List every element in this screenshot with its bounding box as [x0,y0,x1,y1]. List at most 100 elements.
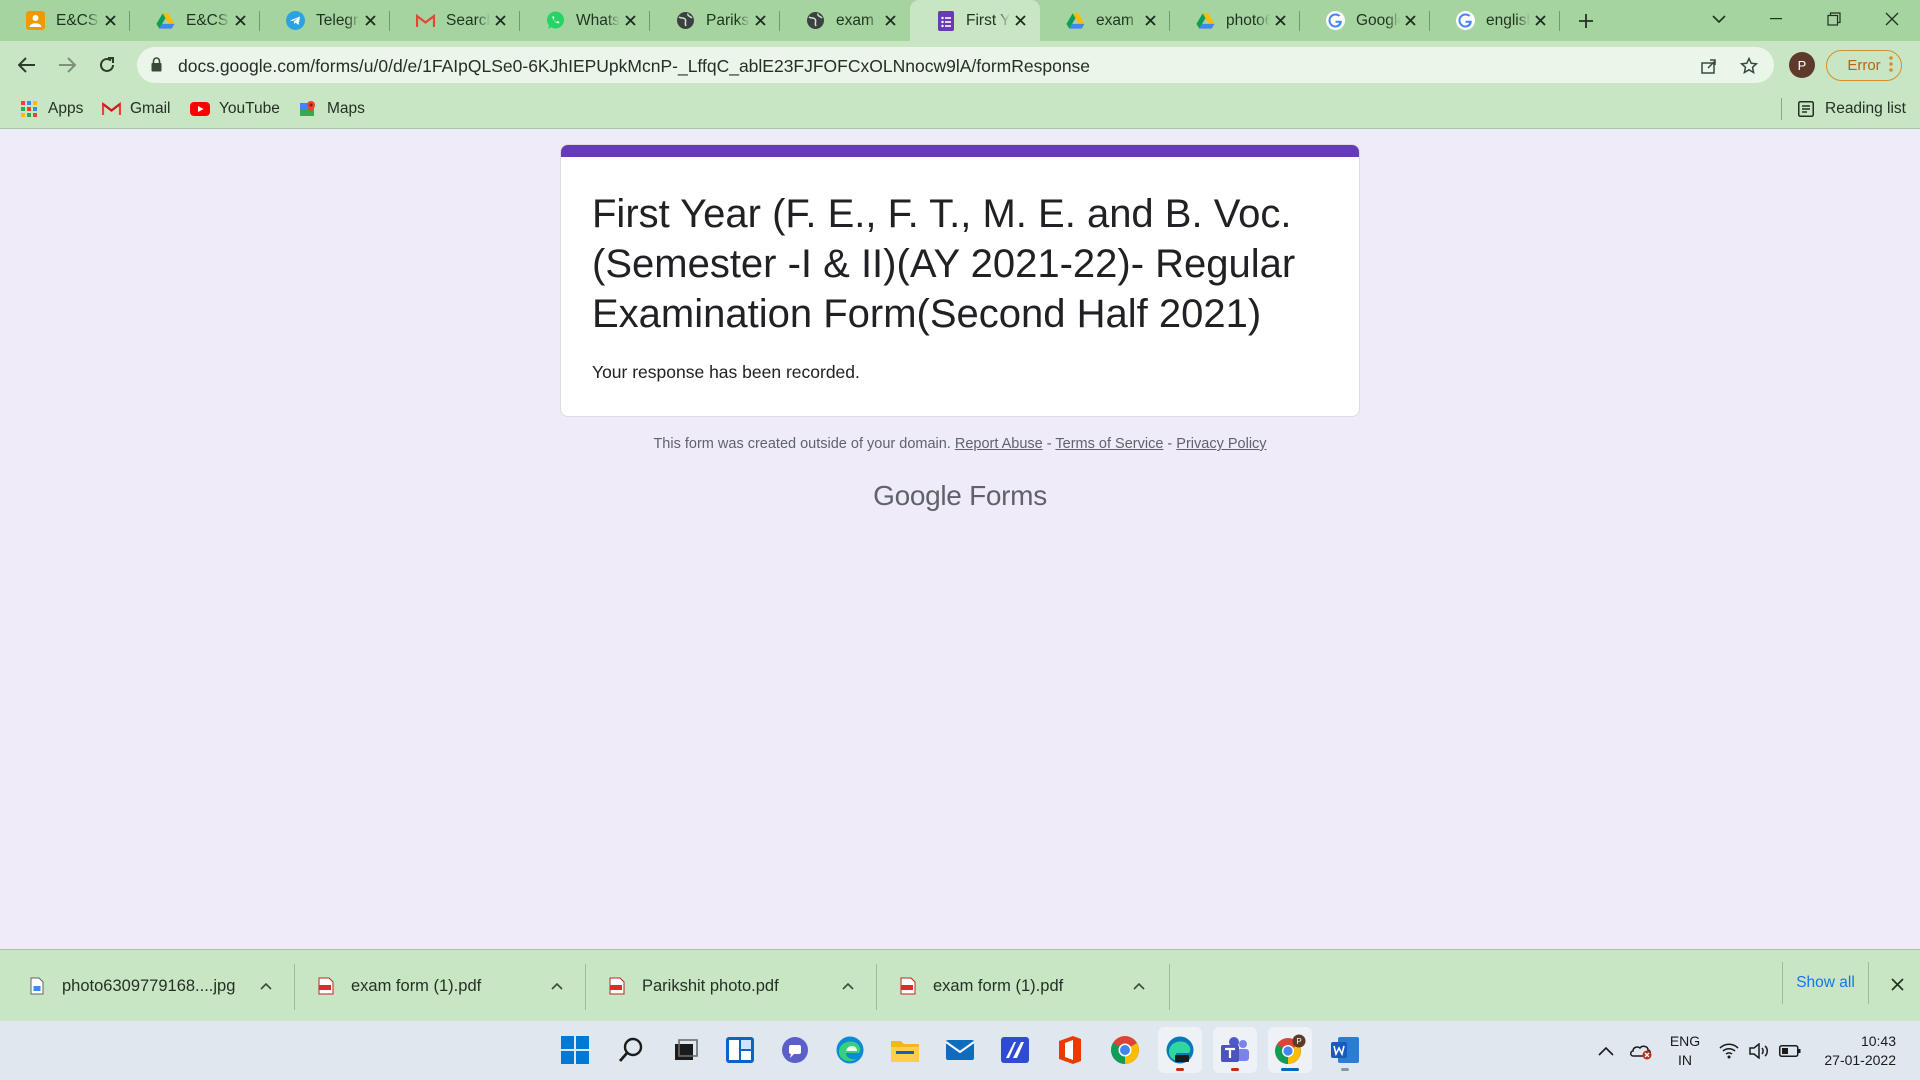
google-drive-icon [1066,11,1085,30]
form-response-card: First Year (F. E., F. T., M. E. and B. V… [560,144,1360,417]
close-tab-icon[interactable] [360,11,380,31]
url-text[interactable]: docs.google.com/forms/u/0/d/e/1FAIpQLSe0… [178,56,1090,77]
close-tab-icon[interactable] [100,11,120,31]
close-tab-icon[interactable] [1010,11,1030,31]
telegram-icon [286,11,305,30]
tab-search-chevron-icon[interactable] [1704,4,1734,34]
chevron-up-icon[interactable] [836,974,860,998]
edge-beta-icon[interactable] [1158,1027,1202,1073]
word-icon[interactable] [1323,1027,1367,1073]
close-tab-icon[interactable] [230,11,250,31]
download-item[interactable]: Parikshit photo.pdf [608,950,779,1022]
region-code: IN [1678,1051,1692,1068]
onedrive-error-icon[interactable] [1629,1021,1653,1080]
browser-tab[interactable]: english [1430,0,1560,41]
browser-tab[interactable]: exam fo [1040,0,1170,41]
forward-button[interactable] [50,48,84,82]
teams-chat-icon[interactable] [773,1027,817,1073]
chevron-up-icon[interactable] [1127,974,1151,998]
office-icon[interactable] [1048,1027,1092,1073]
download-item[interactable]: photo6309779168....jpg [28,950,235,1022]
running-indicator [1176,1068,1184,1071]
google-drive-icon [156,11,175,30]
download-divider [294,964,295,1010]
close-tab-icon[interactable] [1140,11,1160,31]
show-all-downloads-button[interactable]: Show all [1782,962,1869,1004]
browser-tab[interactable]: First Ye [910,0,1040,41]
browser-tab[interactable]: exam fo [780,0,910,41]
task-view-icon[interactable] [664,1027,708,1073]
address-bar[interactable]: docs.google.com/forms/u/0/d/e/1FAIpQLSe0… [137,47,1774,83]
new-tab-button[interactable] [1564,0,1608,41]
close-tab-icon[interactable] [490,11,510,31]
browser-tab[interactable]: Telegra [260,0,390,41]
tab-title: photo6 [1226,11,1270,29]
mail-icon[interactable] [938,1027,982,1073]
back-button[interactable] [10,48,44,82]
privacy-policy-link[interactable]: Privacy Policy [1176,436,1266,452]
tab-title: Google [1356,11,1400,29]
bookmark-star-icon[interactable] [1737,54,1761,78]
browser-tab[interactable]: Search [390,0,520,41]
clock[interactable]: 10:43 27-01-2022 [1812,1021,1896,1080]
windows-start-icon[interactable] [553,1027,597,1073]
menu-kebab-icon[interactable] [1889,56,1893,77]
close-shelf-icon[interactable] [1886,973,1908,995]
share-icon[interactable] [1697,54,1721,78]
gmail-icon [101,101,121,117]
download-divider [1169,964,1170,1010]
tab-title: First Ye [966,11,1010,29]
browser-tab[interactable]: photo6 [1170,0,1300,41]
browser-tab[interactable]: Google [1300,0,1430,41]
close-tab-icon[interactable] [750,11,770,31]
browser-tab[interactable]: Parikshi [650,0,780,41]
browser-toolbar: docs.google.com/forms/u/0/d/e/1FAIpQLSe0… [0,41,1920,89]
file-explorer-icon[interactable] [883,1027,927,1073]
wifi-icon[interactable] [1719,1021,1739,1080]
browser-tab[interactable]: E&CS b [0,0,130,41]
chrome-icon[interactable] [1103,1027,1147,1073]
battery-icon[interactable] [1779,1021,1801,1080]
download-item[interactable]: exam form (1).pdf [317,950,481,1022]
google-forms-logo[interactable]: Google Forms [560,480,1360,512]
globe-icon [676,11,695,30]
chevron-up-icon[interactable] [254,974,278,998]
browser-tab[interactable]: WhatsA [520,0,650,41]
close-tab-icon[interactable] [1270,11,1290,31]
globe-icon [806,11,825,30]
reading-list-button[interactable]: Reading list [1796,97,1906,121]
teams-icon[interactable] [1213,1027,1257,1073]
bookmark-youtube[interactable]: YouTube [190,97,280,121]
logo-google-text: Google [873,480,962,511]
restore-button[interactable] [1806,0,1862,38]
chevron-up-icon[interactable] [545,974,569,998]
reload-button[interactable] [90,48,124,82]
chrome-profile-icon[interactable]: P [1268,1027,1312,1073]
search-icon[interactable] [609,1027,653,1073]
close-tab-icon[interactable] [880,11,900,31]
close-window-button[interactable] [1864,0,1920,38]
close-tab-icon[interactable] [620,11,640,31]
profile-avatar[interactable]: P [1789,52,1815,78]
close-tab-icon[interactable] [1400,11,1420,31]
tray-overflow-chevron-icon[interactable] [1598,1021,1614,1080]
report-abuse-link[interactable]: Report Abuse [955,436,1043,452]
bookmark-label: Maps [327,100,365,117]
edge-icon[interactable] [828,1027,872,1073]
bookmark-maps[interactable]: Maps [298,97,365,121]
volume-icon[interactable] [1749,1021,1771,1080]
bookmark-apps[interactable]: Apps [19,97,83,121]
download-divider [876,964,877,1010]
active-indicator [1281,1068,1299,1071]
browser-tab[interactable]: E&CS b [130,0,260,41]
terms-of-service-link[interactable]: Terms of Service [1055,436,1163,452]
minimize-button[interactable] [1748,0,1804,38]
download-shelf: photo6309779168....jpg exam form (1).pdf… [0,949,1920,1021]
lock-icon[interactable] [151,57,162,72]
bookmark-gmail[interactable]: Gmail [101,97,170,121]
language-indicator[interactable]: ENG IN [1668,1021,1702,1080]
powerautomate-icon[interactable] [993,1027,1037,1073]
widgets-icon[interactable] [718,1027,762,1073]
close-tab-icon[interactable] [1530,11,1550,31]
download-item[interactable]: exam form (1).pdf [899,950,1063,1022]
